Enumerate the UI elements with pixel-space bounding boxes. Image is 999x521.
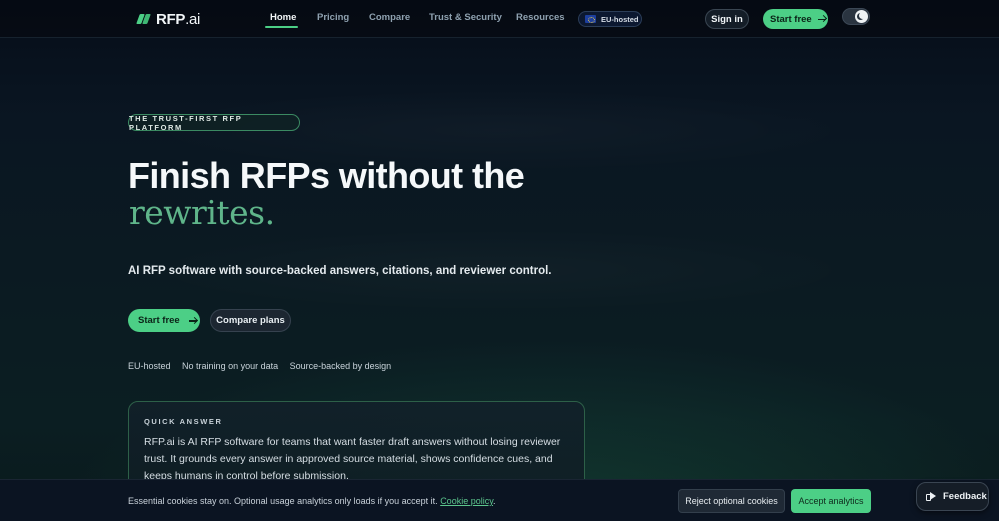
nav-link-resources[interactable]: Resources <box>516 12 565 23</box>
logo-text: RFP.ai <box>156 10 201 28</box>
theme-toggle-knob <box>855 10 868 23</box>
hero-subtitle: AI RFP software with source-backed answe… <box>128 265 552 277</box>
nav-link-trust-security[interactable]: Trust & Security <box>429 12 502 23</box>
hero-start-free-button[interactable]: Start free <box>128 309 200 332</box>
feedback-button[interactable]: Feedback <box>916 482 989 511</box>
trust-point: No training on your data <box>182 361 279 371</box>
feedback-label: Feedback <box>943 491 987 502</box>
theme-toggle[interactable] <box>842 8 870 25</box>
trust-points: EU-hosted No training on your data Sourc… <box>128 361 400 371</box>
hero-eyebrow-badge: THE TRUST-FIRST RFP PLATFORM <box>128 114 300 132</box>
trust-point: Source-backed by design <box>289 361 392 371</box>
arrow-right-icon <box>817 15 827 24</box>
arrow-right-icon <box>188 316 198 325</box>
eu-flag-icon <box>585 15 596 23</box>
trust-point: EU-hosted <box>128 361 171 371</box>
compare-plans-button[interactable]: Compare plans <box>210 309 291 332</box>
nav-link-compare[interactable]: Compare <box>369 12 410 23</box>
rfp-logo-icon <box>136 12 153 26</box>
nav-link-pricing[interactable]: Pricing <box>317 12 349 23</box>
cookie-consent-text: Essential cookies stay on. Optional usag… <box>128 496 496 506</box>
hero-headline-accent: rewrites. <box>129 193 275 232</box>
brand-logo[interactable]: RFP.ai <box>136 9 201 29</box>
cookie-consent-bar: Essential cookies stay on. Optional usag… <box>0 479 999 521</box>
hero-headline: Finish RFPs without the <box>128 155 525 196</box>
nav-link-home[interactable]: Home <box>270 12 296 23</box>
sign-in-button[interactable]: Sign in <box>705 9 749 29</box>
eu-hosted-badge[interactable]: EU-hosted <box>578 11 642 27</box>
cookie-policy-link[interactable]: Cookie policy <box>440 496 493 506</box>
cookie-link-suffix: . <box>493 496 496 506</box>
moon-icon <box>859 12 866 19</box>
cookie-message: Essential cookies stay on. Optional usag… <box>128 496 438 506</box>
accept-analytics-button[interactable]: Accept analytics <box>791 489 871 513</box>
reject-optional-cookies-button[interactable]: Reject optional cookies <box>678 489 785 513</box>
top-navigation: RFP.ai Home Pricing Compare Trust & Secu… <box>0 0 999 38</box>
nav-start-free-label: Start free <box>770 13 812 25</box>
quick-answer-text: RFP.ai is AI RFP software for teams that… <box>144 436 561 482</box>
nav-start-free-button[interactable]: Start free <box>763 9 828 29</box>
quick-answer-label: QUICK ANSWER <box>144 417 223 426</box>
eu-hosted-label: EU-hosted <box>601 14 639 24</box>
active-nav-indicator <box>265 26 298 28</box>
hero-start-free-label: Start free <box>138 315 180 326</box>
megaphone-icon <box>926 492 937 502</box>
